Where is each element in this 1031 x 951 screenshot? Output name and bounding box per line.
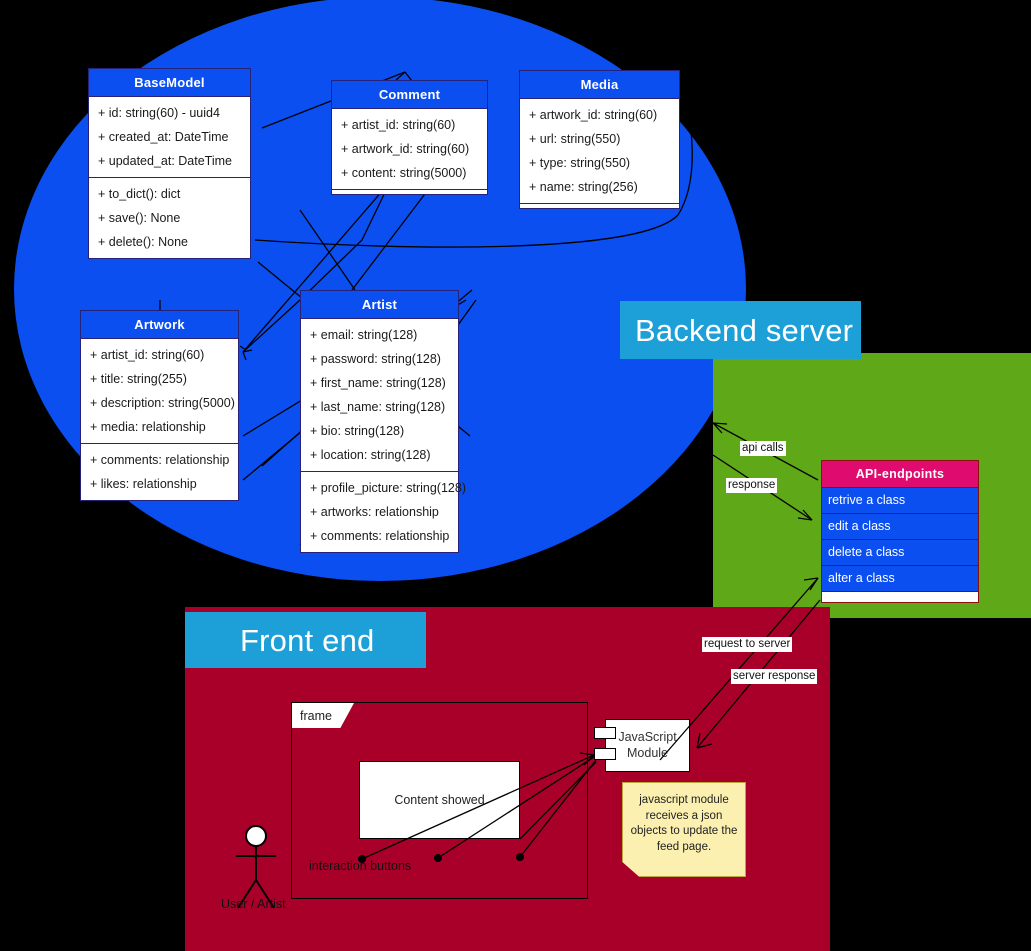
api-endpoint-row-alter[interactable]: alter a class — [822, 565, 978, 591]
class-attribute-row: + first_name: string(128) — [310, 376, 446, 390]
class-attribute-row: + created_at: DateTime — [98, 130, 229, 144]
class-attribute-row: + password: string(128) — [310, 352, 441, 366]
api-endpoint-row-edit[interactable]: edit a class — [822, 513, 978, 539]
class-method-row: + to_dict(): dict — [98, 187, 181, 201]
api-endpoint-row-delete[interactable]: delete a class — [822, 539, 978, 565]
class-attributes: + email: string(128) + password: string(… — [301, 319, 458, 471]
class-attribute-row: + url: string(550) — [529, 132, 621, 146]
class-method-row: + profile_picture: string(128) — [310, 481, 466, 495]
js-module-port-top — [594, 727, 616, 739]
class-method-row: + comments: relationship — [90, 453, 230, 467]
class-title: Comment — [332, 81, 487, 109]
class-title: Media — [520, 71, 679, 99]
edge-label-response: response — [726, 478, 778, 494]
javascript-module-component: JavaScript Module — [605, 719, 690, 772]
content-showed-box: Content showed — [359, 761, 520, 839]
class-attribute-row: + last_name: string(128) — [310, 400, 446, 414]
uml-class-artwork: Artwork + artist_id: string(60) + title:… — [80, 310, 239, 501]
diagram-canvas: BaseModel + id: string(60) - uuid4 + cre… — [0, 0, 1031, 951]
class-attribute-row: + id: string(60) - uuid4 — [98, 106, 220, 120]
class-attribute-row: + artwork_id: string(60) — [529, 108, 658, 122]
class-method-row: + likes: relationship — [90, 477, 197, 491]
api-endpoints-table: API-endpoints retrive a class edit a cla… — [821, 460, 979, 603]
uml-class-artist: Artist + email: string(128) + password: … — [300, 290, 466, 553]
class-attribute-row: + artist_id: string(60) — [341, 118, 456, 132]
class-attributes: + artwork_id: string(60) + url: string(5… — [520, 99, 679, 203]
class-attributes: + id: string(60) - uuid4 + created_at: D… — [89, 97, 250, 177]
edge-label-server-response: server response — [731, 669, 818, 685]
class-method-row: + delete(): None — [98, 235, 188, 249]
actor-label: User / Artist — [221, 897, 286, 911]
edge-label-api-calls: api calls — [740, 441, 786, 457]
api-endpoint-row-retrieve[interactable]: retrive a class — [822, 487, 978, 513]
class-attribute-row: + name: string(256) — [529, 180, 638, 194]
class-methods-empty — [520, 203, 679, 208]
class-attribute-row: + updated_at: DateTime — [98, 154, 232, 168]
js-module-port-bottom — [594, 748, 616, 760]
class-attribute-row: + location: string(128) — [310, 448, 431, 462]
class-attribute-row: + media: relationship — [90, 420, 206, 434]
class-attribute-row: + artist_id: string(60) — [90, 348, 205, 362]
class-attribute-row: + bio: string(128) — [310, 424, 405, 438]
class-attribute-row: + type: string(550) — [529, 156, 631, 170]
class-methods: + comments: relationship + likes: relati… — [81, 443, 238, 500]
class-method-row: + save(): None — [98, 211, 181, 225]
class-attribute-row: + content: string(5000) — [341, 166, 467, 180]
js-module-line2: Module — [627, 745, 668, 760]
interaction-buttons-label: interaction buttons — [309, 859, 412, 873]
class-methods-empty — [332, 189, 487, 194]
uml-class-comment: Comment + artist_id: string(60) + artwor… — [331, 80, 488, 195]
class-attributes: + artist_id: string(60) + title: string(… — [81, 339, 238, 443]
api-endpoints-footer — [822, 591, 978, 602]
api-endpoints-title: API-endpoints — [822, 461, 978, 487]
javascript-module-note: javascript module receives a json object… — [622, 782, 746, 877]
class-title: Artwork — [81, 311, 238, 339]
class-attribute-row: + artwork_id: string(60) — [341, 142, 470, 156]
class-methods: + profile_picture: string(128) + artwork… — [301, 471, 466, 552]
class-attribute-row: + description: string(5000) — [90, 396, 235, 410]
class-attribute-row: + title: string(255) — [90, 372, 187, 386]
backend-server-label: Backend server — [620, 301, 861, 359]
class-attributes: + artist_id: string(60) + artwork_id: st… — [332, 109, 487, 189]
class-title: BaseModel — [89, 69, 250, 97]
uml-class-basemodel: BaseModel + id: string(60) - uuid4 + cre… — [88, 68, 251, 259]
class-attribute-row: + email: string(128) — [310, 328, 418, 342]
class-method-row: + comments: relationship — [310, 529, 450, 543]
uml-class-media: Media + artwork_id: string(60) + url: st… — [519, 70, 680, 209]
js-module-line1: JavaScript — [618, 729, 677, 744]
frontend-label: Front end — [185, 612, 426, 668]
edge-label-request-to-server: request to server — [702, 637, 793, 653]
class-methods: + to_dict(): dict + save(): None + delet… — [89, 177, 250, 258]
class-method-row: + artworks: relationship — [310, 505, 439, 519]
class-title: Artist — [301, 291, 458, 319]
